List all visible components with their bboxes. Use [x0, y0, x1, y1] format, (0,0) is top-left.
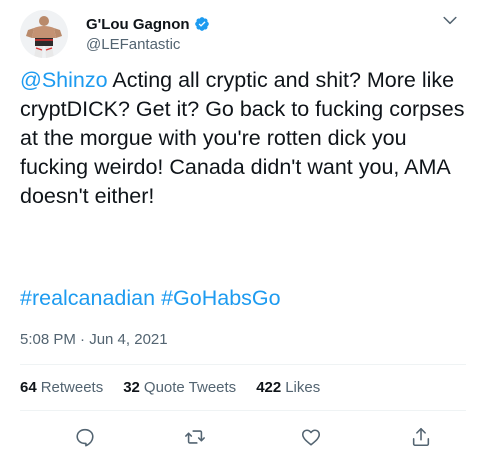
quote-tweets-stat[interactable]: 32 Quote Tweets [123, 379, 236, 396]
retweets-label: Retweets [40, 379, 104, 396]
hashtags: #realcanadian #GoHabsGo [20, 284, 281, 313]
quote-tweets-label: Quote Tweets [143, 379, 237, 396]
action-bar [20, 422, 466, 458]
avatar-image [20, 10, 68, 58]
timestamp[interactable]: 5:08 PM · Jun 4, 2021 [20, 331, 168, 348]
tweet: G'Lou Gagnon @LEFantastic @Shinzo Acting… [0, 0, 480, 465]
likes-count: 422 [256, 379, 282, 396]
likes-stat[interactable]: 422 Likes [256, 379, 320, 396]
retweet-icon[interactable] [184, 426, 206, 448]
divider [20, 364, 466, 365]
hashtag-link[interactable]: #GoHabsGo [161, 286, 281, 310]
heart-icon[interactable] [300, 426, 322, 448]
tweet-header: G'Lou Gagnon @LEFantastic [20, 10, 466, 60]
hashtag-link[interactable]: #realcanadian [20, 286, 155, 310]
mention-link[interactable]: @Shinzo [20, 68, 108, 92]
retweets-stat[interactable]: 64 Retweets [20, 379, 103, 396]
likes-label: Likes [285, 379, 321, 396]
engagement-stats: 64 Retweets 32 Quote Tweets 422 Likes [20, 379, 340, 396]
handle[interactable]: @LEFantastic [86, 36, 210, 53]
divider [20, 410, 466, 411]
display-name-row: G'Lou Gagnon [86, 14, 210, 34]
chevron-down-icon[interactable] [440, 10, 460, 30]
author-names: G'Lou Gagnon @LEFantastic [86, 14, 210, 53]
reply-icon[interactable] [74, 426, 96, 448]
tweet-text: @Shinzo Acting all cryptic and shit? Mor… [20, 66, 466, 211]
share-icon[interactable] [410, 426, 432, 448]
quote-tweets-count: 32 [123, 379, 140, 396]
display-name[interactable]: G'Lou Gagnon [86, 16, 190, 33]
retweets-count: 64 [20, 379, 37, 396]
avatar[interactable] [20, 10, 68, 58]
verified-badge-icon [194, 17, 209, 31]
